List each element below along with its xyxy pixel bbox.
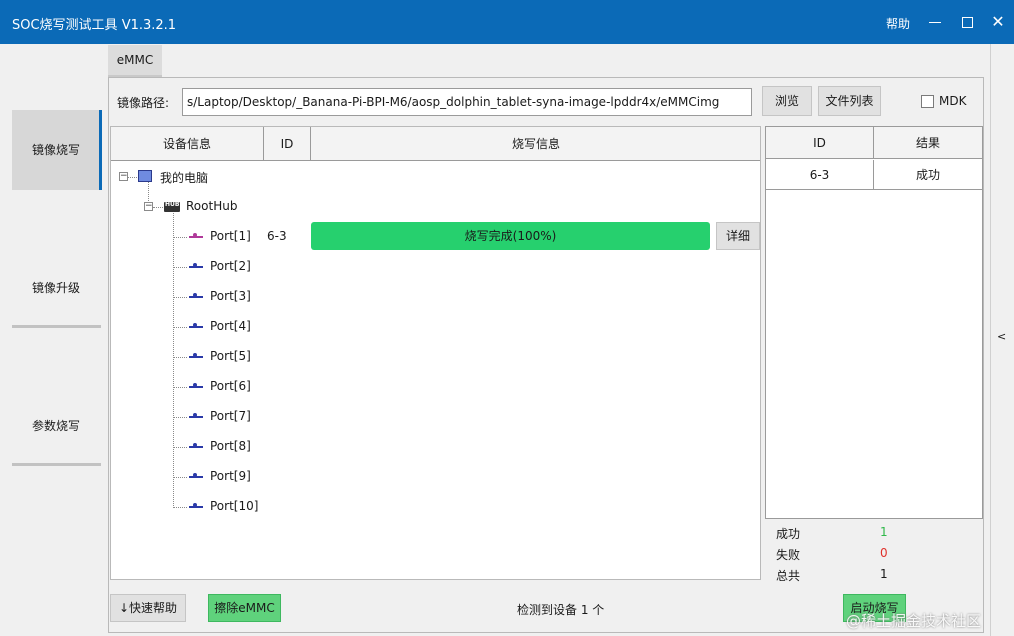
window-title: SOC烧写测试工具 V1.3.2.1 xyxy=(12,18,177,33)
tree-node-port[interactable]: Port[5] xyxy=(210,349,251,363)
usb-port-icon xyxy=(189,352,205,362)
tree-node-port[interactable]: Port[3] xyxy=(210,289,251,303)
file-list-button[interactable]: 文件列表 xyxy=(818,86,881,116)
tree-connector xyxy=(173,417,187,418)
tree-connector xyxy=(173,357,187,358)
results-header-result: 结果 xyxy=(874,127,982,159)
tree-node-port[interactable]: Port[10] xyxy=(210,499,258,513)
device-status-text: 检测到设备 1 个 xyxy=(517,603,605,617)
sidebar-item-param-flash[interactable]: 参数烧写 xyxy=(12,386,100,466)
results-cell-id: 6-3 xyxy=(766,160,874,190)
tree-node-port[interactable]: Port[1] xyxy=(210,229,251,243)
usb-port-icon xyxy=(189,412,205,422)
stat-success-label: 成功 xyxy=(776,527,801,541)
browse-button[interactable]: 浏览 xyxy=(762,86,812,116)
flash-progress-bar: 烧写完成(100%) xyxy=(311,222,710,250)
tree-node-port[interactable]: Port[2] xyxy=(210,259,251,273)
tab-emmc[interactable]: eMMC xyxy=(108,45,162,77)
tree-connector xyxy=(173,211,174,508)
tree-connector xyxy=(173,327,187,328)
title-bar: SOC烧写测试工具 V1.3.2.1 帮助 ✕ xyxy=(0,0,1014,44)
usb-port-icon xyxy=(189,472,205,482)
quick-help-button[interactable]: ↓快速帮助 xyxy=(110,594,186,622)
results-table: ID 结果 6-3 成功 xyxy=(765,126,983,519)
device-tree: 设备信息 ID 烧写信息 − 我的电脑 − RootHub Port[1] 6-… xyxy=(110,126,761,580)
stat-total-value: 1 xyxy=(880,567,888,581)
stat-fail-label: 失败 xyxy=(776,548,801,562)
usb-port-icon xyxy=(189,382,205,392)
usb-hub-icon xyxy=(164,201,180,212)
stat-total-label: 总共 xyxy=(776,569,801,583)
close-icon[interactable]: ✕ xyxy=(989,12,1007,32)
collapse-icon[interactable]: − xyxy=(144,202,153,211)
sidebar-item-image-upgrade[interactable]: 镜像升级 xyxy=(12,248,100,328)
tree-header: 设备信息 ID 烧写信息 xyxy=(111,127,760,161)
mdk-label: MDK xyxy=(939,94,967,108)
header-id: ID xyxy=(264,127,311,161)
usb-port-icon xyxy=(189,502,205,512)
detail-button[interactable]: 详细 xyxy=(716,222,760,250)
tree-connector xyxy=(173,477,187,478)
tree-connector xyxy=(173,297,187,298)
port-id: 6-3 xyxy=(267,229,287,243)
sidebar-divider xyxy=(12,463,101,466)
sidebar-divider xyxy=(12,325,101,328)
mdk-checkbox[interactable] xyxy=(921,95,934,108)
collapse-icon[interactable]: − xyxy=(119,172,128,181)
tree-node-roothub[interactable]: RootHub xyxy=(186,199,237,213)
computer-icon xyxy=(138,170,152,182)
sidebar-item-image-flash[interactable]: 镜像烧写 xyxy=(12,110,102,190)
usb-port-icon xyxy=(189,292,205,302)
image-path-label: 镜像路径: xyxy=(117,96,170,110)
tree-connector xyxy=(128,177,137,178)
maximize-icon[interactable] xyxy=(958,12,976,32)
tree-node-port[interactable]: Port[8] xyxy=(210,439,251,453)
tree-connector xyxy=(173,267,187,268)
usb-port-icon xyxy=(189,442,205,452)
tree-connector xyxy=(173,447,187,448)
tree-connector xyxy=(173,237,187,238)
tree-node-port[interactable]: Port[7] xyxy=(210,409,251,423)
header-flash-info: 烧写信息 xyxy=(511,137,560,151)
tree-node-port[interactable]: Port[9] xyxy=(210,469,251,483)
help-menu[interactable]: 帮助 xyxy=(886,15,910,32)
header-device-info: 设备信息 xyxy=(111,127,264,161)
usb-port-icon xyxy=(189,322,205,332)
stat-success-value: 1 xyxy=(880,525,888,539)
tree-connector xyxy=(173,507,187,508)
tree-node-port[interactable]: Port[6] xyxy=(210,379,251,393)
usb-port-icon xyxy=(189,262,205,272)
stat-fail-value: 0 xyxy=(880,546,888,560)
tree-connector xyxy=(173,387,187,388)
tree-node-port[interactable]: Port[4] xyxy=(210,319,251,333)
tree-connector xyxy=(153,207,163,208)
erase-emmc-button[interactable]: 擦除eMMC xyxy=(208,594,281,622)
results-header-id: ID xyxy=(766,127,874,159)
tree-node-computer[interactable]: 我的电脑 xyxy=(160,169,208,186)
expand-panel-button[interactable]: < xyxy=(997,330,1006,343)
results-cell-result: 成功 xyxy=(874,160,982,190)
usb-port-icon xyxy=(189,232,205,242)
watermark: @稀土掘金技术社区 xyxy=(846,612,982,630)
minimize-icon[interactable] xyxy=(926,12,944,32)
image-path-input[interactable]: s/Laptop/Desktop/_Banana-Pi-BPI-M6/aosp_… xyxy=(182,88,752,116)
